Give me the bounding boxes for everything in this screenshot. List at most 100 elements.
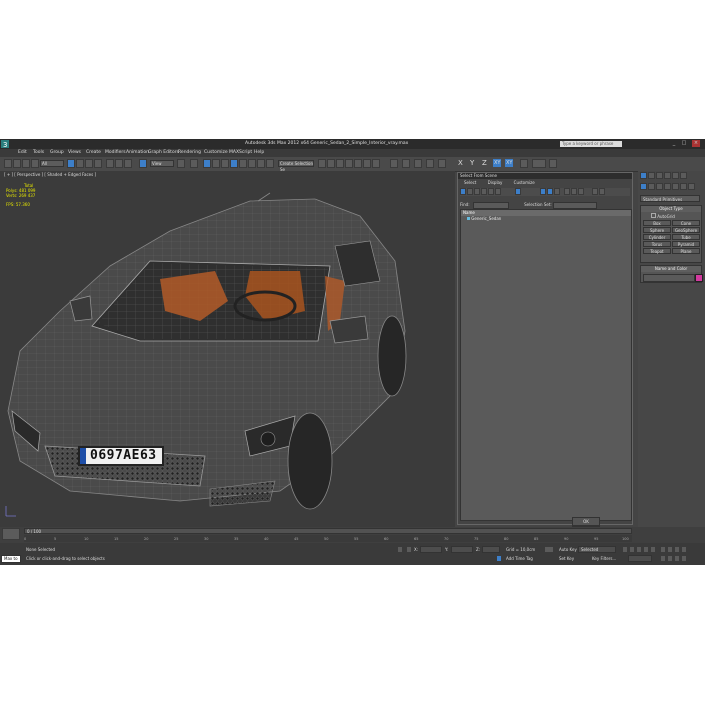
cone-button[interactable]: Cone (672, 220, 700, 226)
rectangular-selection-icon[interactable] (85, 159, 93, 168)
named-selection-dropdown[interactable]: Create Selection Se (278, 160, 314, 172)
add-time-tag-button[interactable]: Add Time Tag (506, 556, 533, 561)
sync-selection-icon[interactable] (564, 188, 570, 195)
field-of-view-icon[interactable] (660, 555, 666, 562)
axis-xy-button[interactable]: XY (493, 159, 502, 167)
ok-button[interactable]: OK (572, 517, 600, 526)
select-object-icon[interactable] (67, 159, 75, 168)
utilities-tab-icon[interactable] (680, 172, 687, 179)
teapot-render-icon[interactable] (390, 159, 398, 168)
dialog-menu-select[interactable]: Select (464, 180, 476, 185)
link-icon[interactable] (22, 159, 30, 168)
material-editor-icon[interactable] (345, 159, 353, 168)
scene-object-list[interactable]: Name Generic_Sedan (460, 209, 632, 521)
menu-animation[interactable]: Animation (126, 150, 149, 155)
app-logo-icon[interactable]: 3 (0, 139, 10, 149)
modify-tab-icon[interactable] (648, 172, 655, 179)
filter-icon[interactable] (592, 188, 598, 195)
key-filters-button[interactable]: Key Filters... (592, 556, 616, 561)
zoom-all-icon[interactable] (667, 546, 673, 553)
extras-icon[interactable] (520, 159, 528, 168)
mirror-icon[interactable] (248, 159, 256, 168)
motion-tab-icon[interactable] (664, 172, 671, 179)
dialog-menu-display[interactable]: Display (488, 180, 503, 185)
graphite-icon[interactable] (318, 159, 326, 168)
list-item[interactable]: Generic_Sedan (461, 216, 631, 222)
menu-create[interactable]: Create (86, 150, 101, 155)
render-icon[interactable] (438, 159, 446, 168)
maximize-icon[interactable]: □ (680, 140, 688, 147)
select-none-icon[interactable] (547, 188, 553, 195)
autogrid-checkbox[interactable]: AutoGrid (651, 213, 675, 219)
maximize-viewport-icon[interactable] (681, 555, 687, 562)
car-wireframe-model[interactable] (0, 171, 455, 527)
select-scale-icon[interactable] (124, 159, 132, 168)
plane-button[interactable]: Plane (672, 248, 700, 254)
set-key-button[interactable]: Set Key (559, 556, 574, 561)
select-invert-icon[interactable] (554, 188, 560, 195)
object-name-input[interactable] (643, 274, 695, 282)
snaps-toggle-icon[interactable] (203, 159, 211, 168)
object-type-title[interactable]: Object Type (641, 206, 701, 212)
filter-spacewarps-icon[interactable] (495, 188, 501, 195)
next-frame-icon[interactable] (643, 546, 649, 553)
axis-x-button[interactable]: X (458, 159, 463, 167)
sphere-button[interactable]: Sphere (643, 227, 671, 233)
time-tag-icon[interactable] (496, 555, 502, 562)
shapes-icon[interactable] (648, 183, 655, 190)
schematic-view-icon[interactable] (336, 159, 344, 168)
perspective-viewport[interactable]: [ + ] [ Perspective ] [ Shaded + Edged F… (0, 171, 455, 527)
collapse-icon[interactable] (599, 188, 605, 195)
filter-helpers-icon[interactable] (488, 188, 494, 195)
window-crossing-icon[interactable] (94, 159, 102, 168)
lights-icon[interactable] (656, 183, 663, 190)
viewport-config-icon[interactable] (426, 159, 434, 168)
keyboard-shortcut-icon[interactable] (190, 159, 198, 168)
display-tab-icon[interactable] (672, 172, 679, 179)
zoom-extents-icon[interactable] (674, 546, 680, 553)
pan-icon[interactable] (667, 555, 673, 562)
x-coordinate-field[interactable] (420, 546, 442, 553)
axis-y-button[interactable]: Y (470, 159, 474, 167)
edit-named-selection-icon[interactable] (239, 159, 247, 168)
menu-graph-editors[interactable]: Graph Editors (148, 150, 179, 155)
torus-button[interactable]: Torus (643, 241, 671, 247)
absolute-mode-icon[interactable] (406, 546, 412, 553)
select-manipulate-icon[interactable] (139, 159, 147, 168)
select-rotate-icon[interactable] (115, 159, 123, 168)
spinner-snap-icon[interactable] (230, 159, 238, 168)
z-coordinate-field[interactable] (482, 546, 500, 553)
render-production-icon[interactable] (372, 159, 380, 168)
create-tab-icon[interactable] (640, 172, 647, 179)
lock-icon[interactable] (578, 188, 584, 195)
menu-help[interactable]: Help (254, 150, 264, 155)
select-all-icon[interactable] (540, 188, 546, 195)
menu-rendering[interactable]: Rendering (178, 150, 201, 155)
zoom-icon[interactable] (660, 546, 666, 553)
filter-shapes-icon[interactable] (467, 188, 473, 195)
undo-icon[interactable] (4, 159, 12, 168)
select-by-name-icon[interactable] (76, 159, 84, 168)
render-setup-icon[interactable] (354, 159, 362, 168)
helpers-icon[interactable] (672, 183, 679, 190)
hierarchy-tab-icon[interactable] (656, 172, 663, 179)
y-coordinate-field[interactable] (451, 546, 473, 553)
redo-icon[interactable] (13, 159, 21, 168)
menu-customize[interactable]: Customize (204, 150, 228, 155)
lock-selection-icon[interactable] (397, 546, 403, 553)
minimize-icon[interactable]: _ (670, 140, 678, 147)
curve-editor-icon[interactable] (327, 159, 335, 168)
filter-lights-icon[interactable] (474, 188, 480, 195)
find-input[interactable] (472, 201, 509, 209)
menu-group[interactable]: Group (50, 150, 64, 155)
filter-cameras-icon[interactable] (481, 188, 487, 195)
menu-tools[interactable]: Tools (33, 150, 44, 155)
systems-icon[interactable] (688, 183, 695, 190)
cameras-icon[interactable] (664, 183, 671, 190)
menu-modifiers[interactable]: Modifiers (105, 150, 126, 155)
geosphere-button[interactable]: GeoSphere (672, 227, 700, 233)
track-bar[interactable]: 0 5 10 15 20 25 30 35 40 45 50 55 60 65 … (24, 535, 632, 542)
reference-coord-dropdown[interactable]: View (150, 160, 174, 167)
current-frame-field[interactable] (628, 555, 652, 562)
align-icon[interactable] (257, 159, 265, 168)
